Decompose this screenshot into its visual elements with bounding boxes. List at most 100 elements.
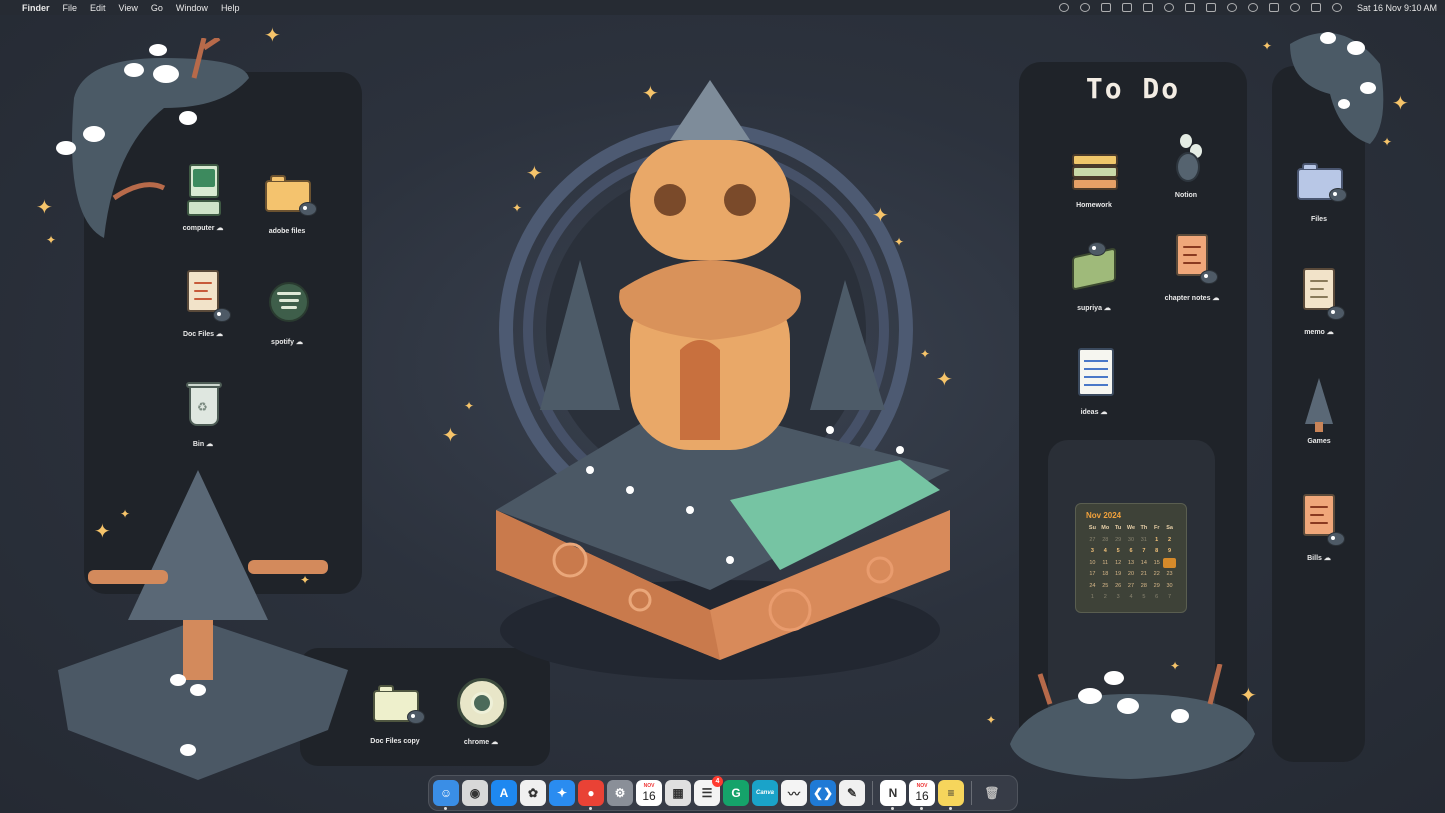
calendar-day[interactable]: 30: [1125, 535, 1138, 546]
menu-help[interactable]: Help: [221, 3, 240, 13]
desktop-icon-chapter-notes[interactable]: chapter notes ☁: [1147, 232, 1237, 302]
calendar-icon[interactable]: NOV 16: [909, 780, 935, 810]
gear-icon[interactable]: ⚙: [607, 780, 633, 806]
screen-mirroring-icon[interactable]: [1205, 3, 1216, 12]
battery-icon[interactable]: [1184, 3, 1195, 12]
calendar-day[interactable]: 4: [1099, 546, 1112, 557]
calendar-day[interactable]: 30: [1163, 581, 1176, 592]
calendar-day[interactable]: 29: [1112, 535, 1125, 546]
finder-icon[interactable]: ☺: [433, 780, 459, 810]
calendar-day[interactable]: 3: [1086, 546, 1099, 557]
calendar-day[interactable]: 2: [1163, 535, 1176, 546]
pages-icon[interactable]: ✎: [839, 780, 865, 806]
calendar-day[interactable]: 22: [1150, 569, 1163, 580]
menu-edit[interactable]: Edit: [90, 3, 106, 13]
calendar-day[interactable]: 23: [1163, 569, 1176, 580]
display-icon[interactable]: [1142, 3, 1153, 12]
siri-icon[interactable]: [1331, 3, 1342, 12]
desktop-icon-files[interactable]: Files: [1274, 154, 1364, 223]
calendar-day[interactable]: 9: [1163, 546, 1176, 557]
desktop-icon-chrome[interactable]: chrome ☁: [436, 676, 526, 746]
music-status-icon[interactable]: [1079, 3, 1090, 12]
desktop-icon-doc-files-copy[interactable]: Doc Files copy: [350, 676, 440, 745]
photos-icon[interactable]: ✿: [520, 780, 546, 806]
calendar-day[interactable]: 28: [1137, 581, 1150, 592]
calendar-day[interactable]: 17: [1086, 569, 1099, 580]
menu-clock[interactable]: Sat 16 Nov 9:10 AM: [1357, 3, 1437, 13]
calendar-day[interactable]: 12: [1112, 558, 1125, 569]
calendar-day[interactable]: 5: [1112, 546, 1125, 557]
headphones-icon[interactable]: [1226, 3, 1237, 12]
calendar-widget[interactable]: Nov 2024 Su Mo Tu We Th Fr Sa 27 28 29 30 31 1 2 3 4 5 6 7…: [1075, 503, 1187, 613]
calendar-day[interactable]: 1: [1150, 535, 1163, 546]
calendar-day[interactable]: 26: [1112, 581, 1125, 592]
grammarly-icon[interactable]: G: [723, 780, 749, 806]
desktop-icon-computer[interactable]: computer ☁: [158, 162, 248, 232]
creative-cloud-icon[interactable]: [1058, 3, 1069, 12]
calendar-day[interactable]: 27: [1125, 581, 1138, 592]
desktop-icon-supriya[interactable]: supriya ☁: [1049, 242, 1139, 312]
notion-status-icon[interactable]: [1100, 3, 1111, 12]
desktop-icon-adobe-files[interactable]: adobe files: [242, 166, 332, 235]
calendar-day[interactable]: 8: [1150, 546, 1163, 557]
calendar-day[interactable]: 16: [1163, 557, 1176, 568]
calendar-day[interactable]: 29: [1150, 581, 1163, 592]
menu-view[interactable]: View: [119, 3, 138, 13]
calendar-day[interactable]: 11: [1099, 558, 1112, 569]
desktop-icon-doc-files[interactable]: Doc Files ☁: [158, 268, 248, 338]
moon-icon[interactable]: [1163, 3, 1174, 12]
notion-icon[interactable]: N: [880, 780, 906, 810]
calendar-day[interactable]: 25: [1099, 581, 1112, 592]
calendar-day[interactable]: 19: [1112, 569, 1125, 580]
desktop-icon-memo[interactable]: memo ☁: [1274, 266, 1364, 336]
app-store-icon[interactable]: A: [491, 780, 517, 806]
screenshot-icon[interactable]: ◉: [462, 780, 488, 806]
calendar-day[interactable]: 1: [1086, 592, 1099, 603]
calendar-day[interactable]: 10: [1086, 558, 1099, 569]
desktop-icon-spotify[interactable]: spotify ☁: [242, 276, 332, 346]
desktop-icon-notion[interactable]: Notion: [1141, 130, 1231, 199]
calendar-day[interactable]: 4: [1125, 592, 1138, 603]
calendar-day[interactable]: 14: [1137, 558, 1150, 569]
calendar-day[interactable]: 13: [1125, 558, 1138, 569]
calendar-day[interactable]: 2: [1099, 592, 1112, 603]
freeform-icon[interactable]: 〰: [781, 780, 807, 806]
calendar-day[interactable]: 31: [1137, 535, 1150, 546]
calendar-day[interactable]: 5: [1137, 592, 1150, 603]
desktop-icon-bills[interactable]: Bills ☁: [1274, 492, 1364, 562]
desktop-icon-homework[interactable]: Homework: [1049, 140, 1139, 209]
calendar-day[interactable]: 28: [1099, 535, 1112, 546]
desktop-icon-bin[interactable]: ♻ Bin ☁: [158, 378, 248, 448]
vscode-icon[interactable]: ❮❯: [810, 780, 836, 806]
calendar-day[interactable]: 6: [1150, 592, 1163, 603]
calendar-day[interactable]: 27: [1086, 535, 1099, 546]
wifi-icon[interactable]: [1247, 3, 1258, 12]
notes-icon[interactable]: ≡: [938, 780, 964, 810]
calendar-day[interactable]: 18: [1099, 569, 1112, 580]
menu-window[interactable]: Window: [176, 3, 208, 13]
desktop-icon-ideas[interactable]: ideas ☁: [1049, 346, 1139, 416]
menu-go[interactable]: Go: [151, 3, 163, 13]
calendar-day[interactable]: 7: [1163, 592, 1176, 603]
menu-app-finder[interactable]: Finder: [22, 3, 50, 13]
bluetooth-icon[interactable]: [1268, 3, 1279, 12]
calendar-day[interactable]: 21: [1137, 569, 1150, 580]
spotlight-search-icon[interactable]: [1289, 3, 1300, 12]
calendar-day[interactable]: 20: [1125, 569, 1138, 580]
control-center-icon[interactable]: [1310, 3, 1321, 12]
desktop-icon-games[interactable]: Games: [1274, 376, 1364, 445]
chrome-icon[interactable]: ●: [578, 780, 604, 810]
calendar-status-icon[interactable]: [1121, 3, 1132, 12]
safari-icon[interactable]: ✦: [549, 780, 575, 806]
calendar-icon[interactable]: NOV 16: [636, 780, 662, 806]
menu-file[interactable]: File: [63, 3, 78, 13]
canva-icon[interactable]: Canva: [752, 780, 778, 806]
calendar-day[interactable]: 7: [1137, 546, 1150, 557]
calendar-day[interactable]: 3: [1112, 592, 1125, 603]
calendar-day[interactable]: 15: [1150, 558, 1163, 569]
calendar-day[interactable]: 24: [1086, 581, 1099, 592]
reminders-icon[interactable]: ☰ 4: [694, 776, 723, 806]
launchpad-icon[interactable]: ▦: [665, 780, 691, 806]
calendar-day[interactable]: 6: [1125, 546, 1138, 557]
trash-icon[interactable]: 🗑: [979, 780, 1005, 806]
